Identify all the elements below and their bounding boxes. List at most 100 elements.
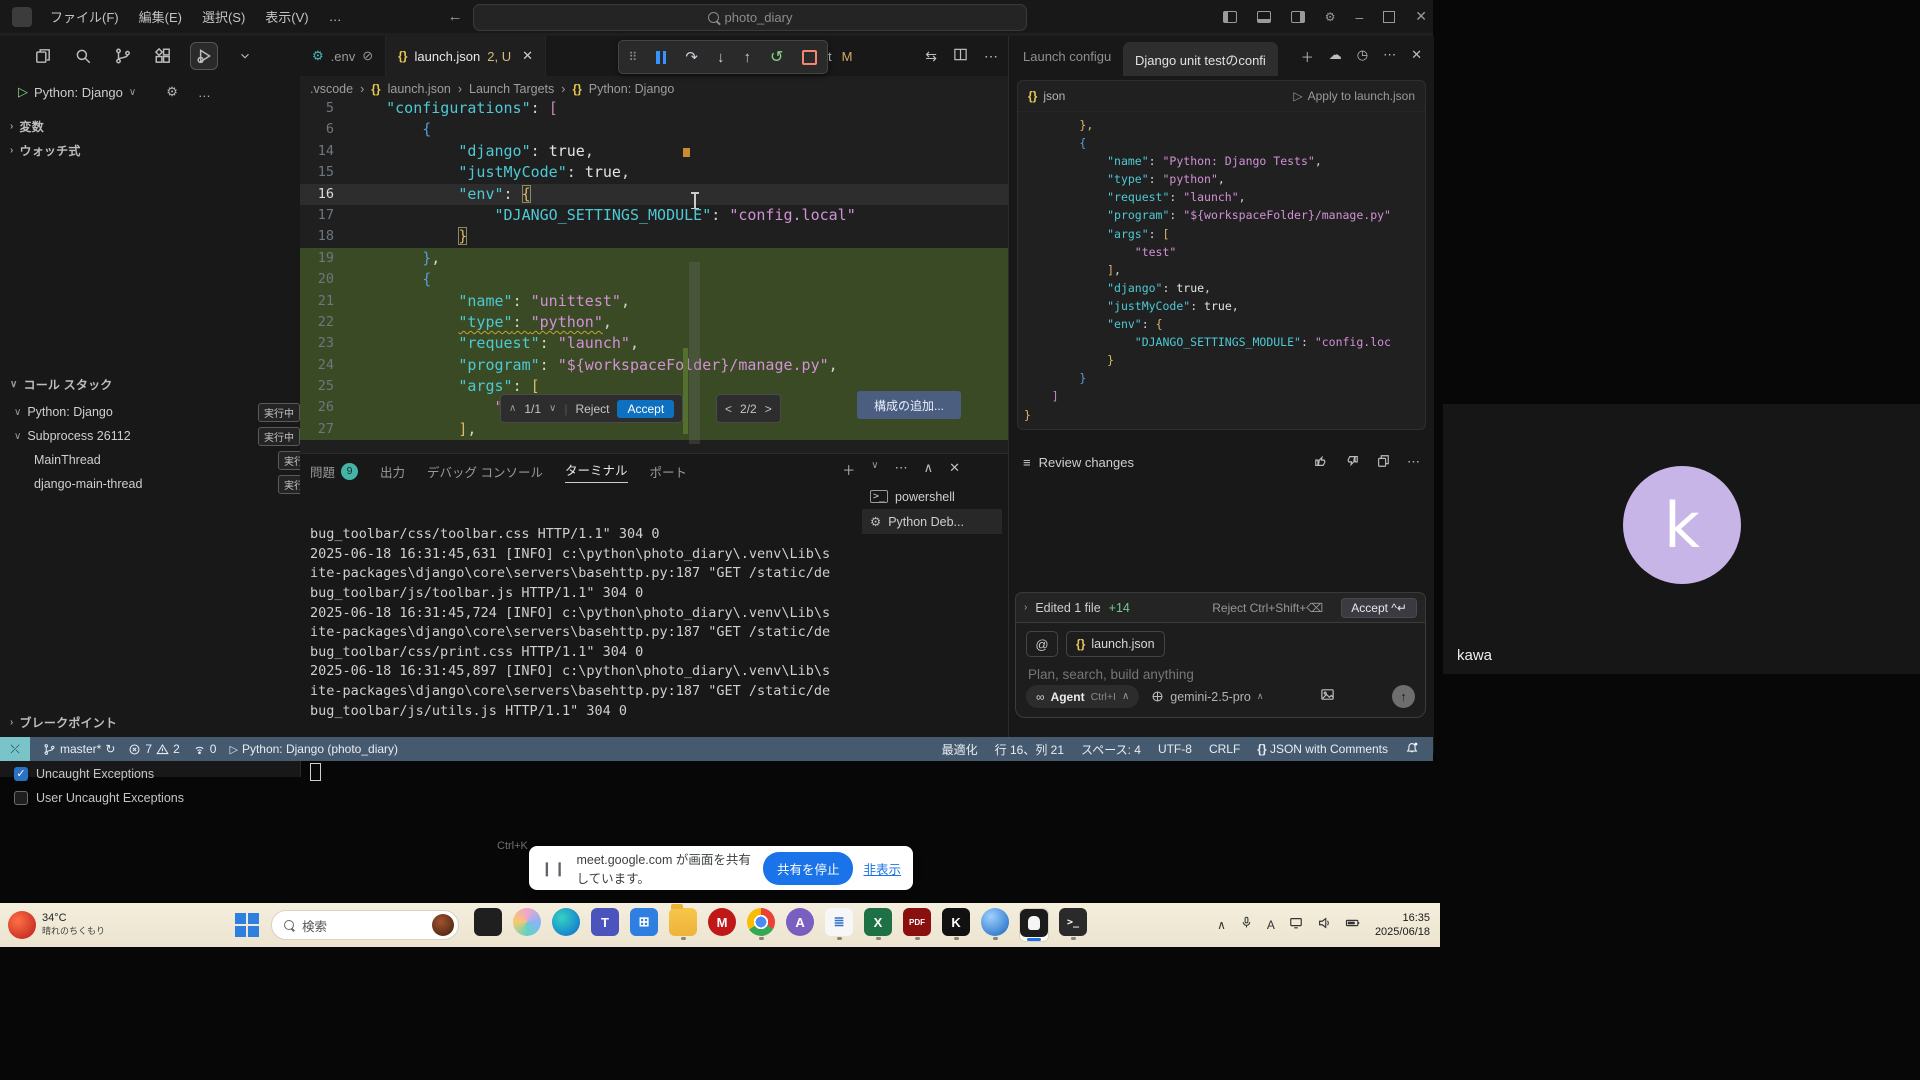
review-more-icon[interactable]: ⋯ (1407, 454, 1420, 471)
ports-item[interactable]: 0 (193, 742, 217, 756)
editor-code-line[interactable]: 21 "name": "unittest", (300, 291, 1008, 312)
edited-files-bar[interactable]: › Edited 1 file +14 Reject Ctrl+Shift+⌫ … (1015, 592, 1426, 622)
git-branch-item[interactable]: master*↻ (43, 742, 115, 756)
cursor-position-item[interactable]: 行 16、列 21 (995, 741, 1064, 758)
close-button[interactable]: ✕ (1415, 8, 1427, 25)
section-watch[interactable]: ›ウォッチ式 (10, 142, 81, 159)
panel-maximize-icon[interactable]: ∧ (924, 460, 934, 479)
thumbs-up-icon[interactable] (1314, 454, 1328, 471)
microphone-icon[interactable] (1240, 916, 1253, 934)
reject-button[interactable]: Reject (575, 402, 609, 416)
k-app-icon[interactable]: K (941, 908, 971, 940)
problems-item[interactable]: 7 2 (128, 742, 179, 756)
start-debug-icon[interactable]: ▷ (18, 84, 28, 100)
mcafee-icon[interactable]: M (707, 908, 737, 940)
remote-indicator[interactable]: ⤫ (0, 737, 30, 761)
toggle-sidebar-icon[interactable] (1223, 11, 1237, 23)
start-button[interactable] (235, 913, 259, 937)
hide-link[interactable]: 非表示 (863, 859, 901, 878)
new-terminal-icon[interactable]: ＋ (842, 460, 855, 479)
copilot-icon[interactable] (512, 908, 542, 940)
hidden-tab-fragment[interactable]: t M (828, 36, 852, 76)
section-breakpoints[interactable]: ›ブレークポイント (10, 714, 117, 731)
excel-icon[interactable]: X (863, 908, 893, 940)
store-icon[interactable]: ⊞ (629, 908, 659, 940)
pause-icon[interactable] (656, 51, 666, 64)
tray-expand-icon[interactable]: ∧ (1217, 918, 1226, 932)
callstack-row[interactable]: django-main-thread実行中 (0, 472, 334, 496)
reject-all-button[interactable]: Reject Ctrl+Shift+⌫ (1212, 601, 1323, 615)
debug-status-item[interactable]: ▷Python: Django (photo_diary) (229, 742, 398, 756)
editor-code-line[interactable]: 24 "program": "${workspaceFolder}/manage… (300, 355, 1008, 376)
tab-env[interactable]: ⚙ .env ⊘ (300, 36, 386, 76)
aux-close-icon[interactable]: ✕ (1411, 47, 1422, 66)
notepad-icon[interactable] (473, 908, 503, 940)
editor-code-line[interactable]: 17 "DJANGO_SETTINGS_MODULE": "config.loc… (300, 205, 1008, 226)
section-variables[interactable]: ›変数 (10, 118, 44, 135)
panel-tab-problems[interactable]: 問題9 (310, 462, 358, 481)
panel-close-icon[interactable]: ✕ (949, 460, 960, 479)
editor-code-line[interactable]: 18 } (300, 226, 1008, 247)
checkbox[interactable]: ✓ (14, 767, 28, 781)
apply-to-file-button[interactable]: ▷Apply to launch.json (1293, 89, 1415, 103)
weather-widget[interactable]: 34°C 晴れのちくもり (8, 911, 105, 939)
editor-code-line[interactable]: 22 "type": "python", (300, 312, 1008, 333)
command-center-search[interactable]: photo_diary (473, 4, 1027, 31)
panel-more-icon[interactable]: ⋯ (895, 460, 908, 479)
extensions-icon[interactable] (150, 43, 176, 69)
editor-code-line[interactable]: 16 "env": { (300, 184, 1008, 205)
taskbar-search[interactable]: 検索 (271, 910, 459, 940)
notes-icon[interactable]: ≣ (824, 908, 854, 940)
attach-image-icon[interactable] (1320, 687, 1335, 707)
sphere-icon[interactable] (980, 908, 1010, 940)
menu-edit[interactable]: 編集(E) (129, 7, 192, 26)
more-views-chevron-icon[interactable] (232, 43, 258, 69)
debug-launch-selector[interactable]: ▷ Python: Django ∨ ⚙ … (0, 78, 318, 106)
editor-code-line[interactable]: 20 { (300, 269, 1008, 290)
copy-icon[interactable] (1376, 454, 1390, 471)
menu-file[interactable]: ファイル(F) (40, 7, 129, 26)
debug-more-icon[interactable]: … (198, 85, 211, 100)
panel-tab-terminal[interactable]: ターミナル (565, 460, 628, 483)
pdf-icon[interactable]: PDF (902, 908, 932, 940)
cloud-icon[interactable]: ☁ (1329, 47, 1342, 66)
breadcrumb-item[interactable]: .vscode (310, 82, 353, 96)
indentation-item[interactable]: スペース: 4 (1081, 741, 1141, 758)
next-change-icon[interactable]: ∨ (549, 403, 556, 414)
panel-tab-output[interactable]: 出力 (380, 462, 405, 481)
source-control-icon[interactable] (110, 43, 136, 69)
nav-back-icon[interactable]: ← (448, 8, 463, 25)
checkbox[interactable] (14, 791, 28, 805)
history-icon[interactable]: ◷ (1357, 47, 1368, 66)
terminal-item-powershell[interactable]: >_ powershell (862, 484, 1002, 509)
ime-indicator[interactable]: A (1267, 918, 1275, 932)
callstack-row[interactable]: ∨Subprocess 26112実行中 (0, 424, 314, 448)
terminal-icon[interactable]: >_ (1058, 908, 1088, 940)
chrome-icon[interactable] (746, 908, 776, 940)
stop-sharing-button[interactable]: 共有を停止 (763, 852, 854, 885)
prev-file-icon[interactable]: < (725, 402, 732, 416)
toggle-panel-icon[interactable] (1257, 11, 1271, 23)
restart-icon[interactable]: ↺ (770, 47, 783, 67)
toggle-secondary-sidebar-icon[interactable] (1291, 11, 1305, 23)
battery-icon[interactable] (1345, 916, 1361, 935)
panel-tab-ports[interactable]: ポート (650, 462, 688, 481)
panel-title-left[interactable]: Launch configu (1023, 49, 1123, 64)
editor-code-line[interactable]: 19 }, (300, 248, 1008, 269)
split-editor-icon[interactable] (953, 47, 968, 65)
folder-icon[interactable] (668, 908, 698, 940)
stop-icon[interactable] (802, 50, 817, 65)
notifications-bell-icon[interactable] (1405, 741, 1419, 758)
tab-close-icon[interactable]: ✕ (522, 48, 533, 64)
callstack-row[interactable]: ∨Python: Django実行中 (0, 400, 314, 424)
thumbs-down-icon[interactable] (1345, 454, 1359, 471)
editor-scrollbar[interactable] (689, 262, 700, 444)
menu-more[interactable]: … (319, 9, 352, 24)
drag-handle-icon[interactable]: ⠿ (629, 50, 638, 64)
new-chat-icon[interactable]: ＋ (1301, 47, 1314, 66)
explorer-icon[interactable] (30, 43, 56, 69)
section-callstack[interactable]: ∨コール スタック (10, 376, 112, 393)
chat-tab[interactable]: Django unit testのconfi (1123, 42, 1278, 76)
breadcrumb-item[interactable]: launch.json (388, 82, 451, 96)
panel-tab-debug-console[interactable]: デバッグ コンソール (427, 462, 543, 481)
